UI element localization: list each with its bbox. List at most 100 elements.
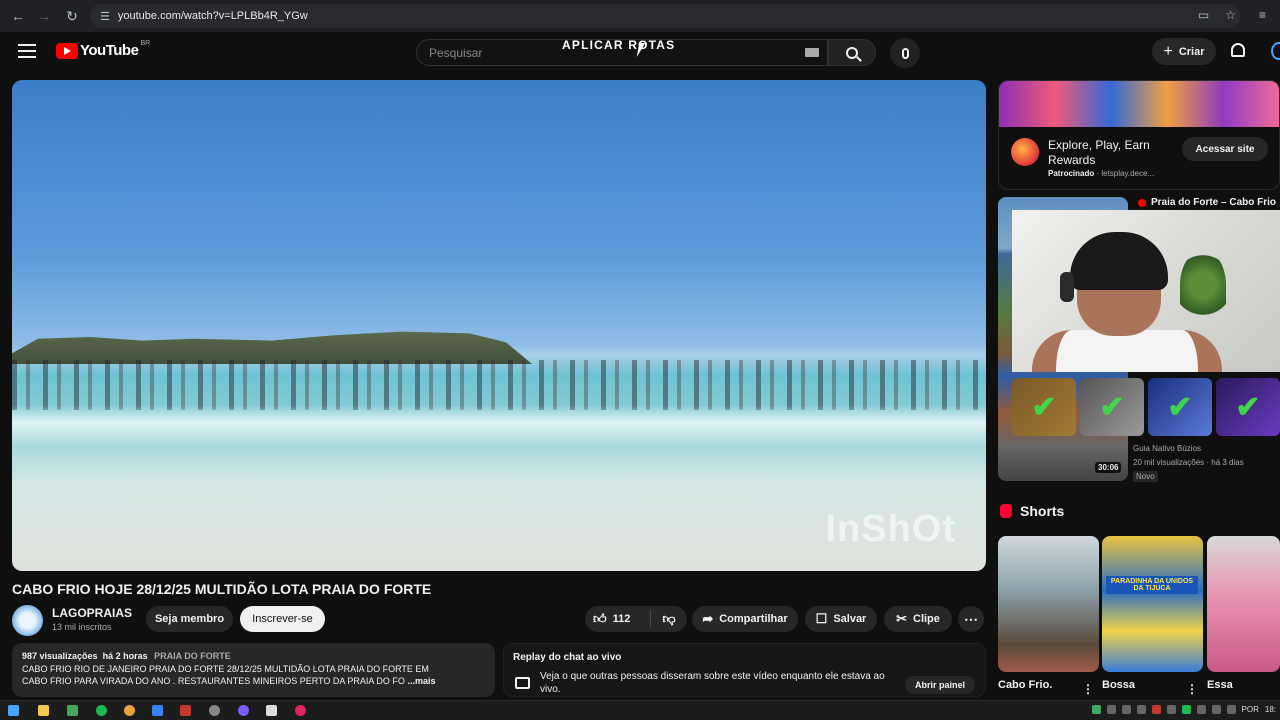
file-explorer-icon[interactable] <box>38 705 49 716</box>
check-icon: ✔ <box>1216 378 1280 436</box>
duration-badge: 30:06 <box>1095 462 1122 473</box>
tray-icon[interactable] <box>1151 705 1161 714</box>
reading-list-icon[interactable]: ≡ <box>1259 8 1266 22</box>
app-icon[interactable] <box>152 705 163 716</box>
check-icon: ✔ <box>1012 378 1076 436</box>
chrome-icon[interactable] <box>124 705 135 716</box>
search-placeholder: Pesquisar <box>429 46 483 60</box>
search-button[interactable] <box>828 39 876 66</box>
youtube-logo[interactable]: YouTube BR <box>56 40 151 59</box>
tray-icon[interactable] <box>1106 705 1116 714</box>
app-icon[interactable] <box>209 705 220 716</box>
tray-icon[interactable] <box>1166 705 1176 714</box>
more-actions-button[interactable]: ⋯ <box>958 606 984 632</box>
more-vertical-icon[interactable]: ⋮ <box>1186 682 1198 696</box>
recommended-channel[interactable]: Guia Nativo Búzios <box>1133 444 1201 453</box>
check-icon: ✔ <box>1148 378 1212 436</box>
region-label: BR <box>140 40 151 47</box>
channel-avatar[interactable] <box>12 605 43 636</box>
thumbs-down-icon: 👎︎ <box>662 611 676 626</box>
url-text: youtube.com/watch?v=LPLBb4R_YGw <box>117 10 308 22</box>
person-shirt <box>1032 330 1222 372</box>
windows-start-icon[interactable] <box>8 705 19 716</box>
os-taskbar: POR 18: <box>0 700 1280 720</box>
webcam-overlay <box>1012 210 1280 372</box>
recommended-video-title[interactable]: Praia do Forte – Cabo Frio <box>1151 197 1276 208</box>
microphone-icon[interactable] <box>1211 705 1221 714</box>
like-dislike-group: 👍︎ 112 👎︎ <box>585 606 687 632</box>
show-more-link[interactable]: ...mais <box>407 676 435 686</box>
share-button[interactable]: ➦ Compartilhar <box>692 606 798 632</box>
notifications-bell-icon[interactable] <box>1231 43 1245 57</box>
description-line-2: CABO FRIO PARA VIRADA DO ANO . RESTAURAN… <box>22 676 405 686</box>
short-thumbnail[interactable] <box>1102 536 1203 672</box>
new-badge: Novo <box>1133 471 1158 482</box>
speaker-icon[interactable] <box>1226 705 1236 714</box>
tray-icon[interactable] <box>1196 705 1206 714</box>
logo-text: YouTube <box>80 42 139 59</box>
join-button[interactable]: Seja membro <box>146 606 233 632</box>
ad-sponsor-line: Patrocinado · letsplay.dece... <box>1048 169 1155 178</box>
tray-icon[interactable] <box>1181 705 1191 714</box>
sponsored-label: Patrocinado <box>1048 169 1095 178</box>
address-bar[interactable]: ☰ youtube.com/watch?v=LPLBb4R_YGw <box>90 4 1240 28</box>
cast-icon[interactable]: ▭ <box>1198 8 1209 22</box>
channel-name[interactable]: LAGOPRAIAS <box>52 606 132 620</box>
open-panel-button[interactable]: Abrir painel <box>905 676 975 694</box>
tray-icon[interactable] <box>1121 705 1131 714</box>
bookmark-star-icon[interactable]: ☆ <box>1225 8 1236 22</box>
share-label: Compartilhar <box>719 613 788 625</box>
discord-icon[interactable] <box>238 705 249 716</box>
app-icon[interactable] <box>295 705 306 716</box>
hashtag[interactable]: PRAIA DO FORTE <box>154 651 231 661</box>
more-vertical-icon[interactable]: ⋮ <box>1082 682 1094 696</box>
plus-icon: + <box>1163 42 1173 60</box>
subscribe-button[interactable]: Inscrever-se <box>240 606 325 632</box>
ad-card[interactable]: Explore, Play, Earn Rewards Patrocinado … <box>998 80 1280 190</box>
short-title[interactable]: Essa <box>1207 679 1233 691</box>
spotify-icon[interactable] <box>96 705 107 716</box>
reload-icon[interactable]: ↻ <box>58 0 86 32</box>
back-arrow-icon[interactable]: ← <box>4 0 32 32</box>
voice-search-button[interactable] <box>890 38 920 68</box>
browser-toolbar: ← → ↻ ☰ youtube.com/watch?v=LPLBb4R_YGw … <box>0 0 1280 32</box>
dislike-button[interactable]: 👎︎ <box>651 611 687 627</box>
description-box[interactable]: 987 visualizações há 2 horas PRAIA DO FO… <box>12 643 495 697</box>
like-button[interactable]: 👍︎ 112 <box>585 610 651 628</box>
description-line-1: CABO FRIO RIO DE JANEIRO PRAIA DO FORTE … <box>22 664 429 674</box>
chat-icon <box>515 677 530 689</box>
clip-button[interactable]: ✂ Clipe <box>884 606 952 632</box>
ad-title[interactable]: Explore, Play, Earn Rewards <box>1048 138 1178 168</box>
video-player[interactable]: InShOt <box>12 80 986 571</box>
ad-banner-image[interactable] <box>999 81 1279 127</box>
view-count: 987 visualizações <box>22 651 98 661</box>
short-title[interactable]: Cabo Frio. <box>998 679 1052 691</box>
app-icon[interactable] <box>266 705 277 716</box>
visit-site-button[interactable]: Acessar site <box>1182 137 1268 161</box>
create-button[interactable]: + Criar <box>1152 38 1216 65</box>
advertiser-logo <box>1011 138 1039 166</box>
clip-label: Clipe <box>913 613 940 625</box>
tray-icon[interactable] <box>1136 705 1146 714</box>
menu-icon[interactable] <box>18 44 36 58</box>
app-icon[interactable] <box>67 705 78 716</box>
wave-foam <box>12 405 986 445</box>
forward-arrow-icon[interactable]: → <box>30 0 58 32</box>
tray-icon[interactable] <box>1091 705 1101 714</box>
short-thumbnail[interactable] <box>1207 536 1280 672</box>
live-indicator-icon <box>1138 199 1146 207</box>
short-thumbnail[interactable] <box>998 536 1099 672</box>
thumbs-up-icon: 👍︎ <box>593 611 607 626</box>
shorts-logo-icon <box>1000 504 1012 518</box>
recommended-age: há 3 dias <box>1211 458 1244 467</box>
keyboard-icon[interactable] <box>805 48 819 57</box>
overlay-title: APLICAR ROTAS <box>562 38 676 52</box>
language-indicator[interactable]: POR <box>1242 705 1259 714</box>
app-icon[interactable] <box>180 705 191 716</box>
clock[interactable]: 18: <box>1265 705 1276 714</box>
short-title[interactable]: Bossa <box>1102 679 1135 691</box>
save-button[interactable]: ☐ Salvar <box>805 606 877 632</box>
site-settings-icon[interactable]: ☰ <box>100 10 110 23</box>
account-avatar[interactable] <box>1271 42 1280 60</box>
youtube-play-icon <box>56 42 78 59</box>
